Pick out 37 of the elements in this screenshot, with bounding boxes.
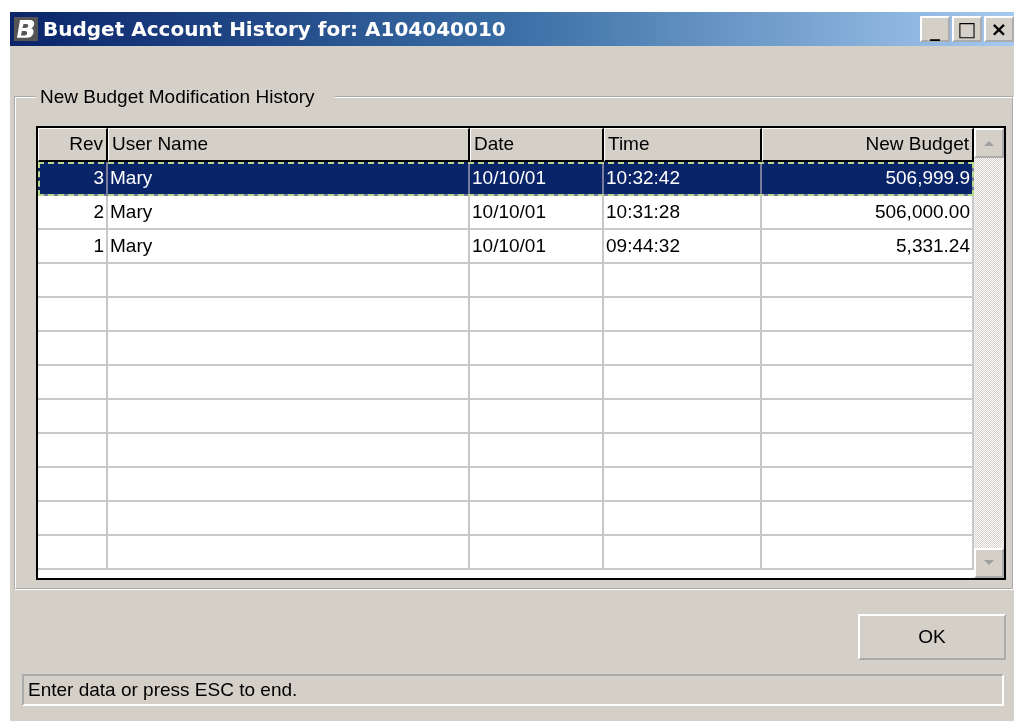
table-cell: 1 — [38, 230, 108, 264]
ok-button[interactable]: OK — [858, 614, 1006, 660]
empty-cell — [38, 536, 108, 570]
empty-cell — [38, 502, 108, 536]
table-row[interactable]: 2 Mary 10/10/01 10:31:28 506,000.00 — [38, 196, 974, 230]
table-cell: 09:44:32 — [604, 230, 762, 264]
up-arrow-icon — [983, 139, 995, 147]
scroll-up-button[interactable] — [974, 128, 1004, 158]
minimize-button[interactable]: _ — [920, 16, 950, 42]
scrollbar[interactable] — [974, 128, 1004, 578]
table-cell: 10:31:28 — [604, 196, 762, 230]
maximize-button[interactable]: □ — [952, 16, 982, 42]
empty-cell — [38, 264, 108, 298]
empty-cell — [38, 434, 108, 468]
table-cell: 3 — [38, 162, 108, 196]
table-cell: 2 — [38, 196, 108, 230]
empty-cell — [38, 468, 108, 502]
scroll-down-button[interactable] — [974, 548, 1004, 578]
table-cell: 10/10/01 — [470, 230, 604, 264]
table-cell: 10/10/01 — [470, 196, 604, 230]
app-logo-icon — [13, 16, 39, 42]
table-cell: 10:32:42 — [604, 162, 762, 196]
table-row[interactable]: 1 Mary 10/10/01 09:44:32 5,331.24 — [38, 230, 974, 264]
empty-cell — [38, 400, 108, 434]
window-title: Budget Account History for: A104040010 — [43, 17, 506, 41]
table-cell: Mary — [108, 162, 470, 196]
empty-cell — [38, 332, 108, 366]
table-cell: Mary — [108, 230, 470, 264]
table-cell: 10/10/01 — [470, 162, 604, 196]
empty-cell — [38, 298, 108, 332]
status-bar: Enter data or press ESC to end. — [22, 674, 1004, 706]
table-cell: Mary — [108, 196, 470, 230]
empty-cell — [38, 366, 108, 400]
group-label: New Budget Modification History — [39, 86, 316, 108]
close-button[interactable]: × — [984, 16, 1014, 42]
down-arrow-icon — [983, 559, 995, 567]
table-row[interactable]: 3 Mary 10/10/01 10:32:42 506,999.9 — [38, 162, 974, 196]
